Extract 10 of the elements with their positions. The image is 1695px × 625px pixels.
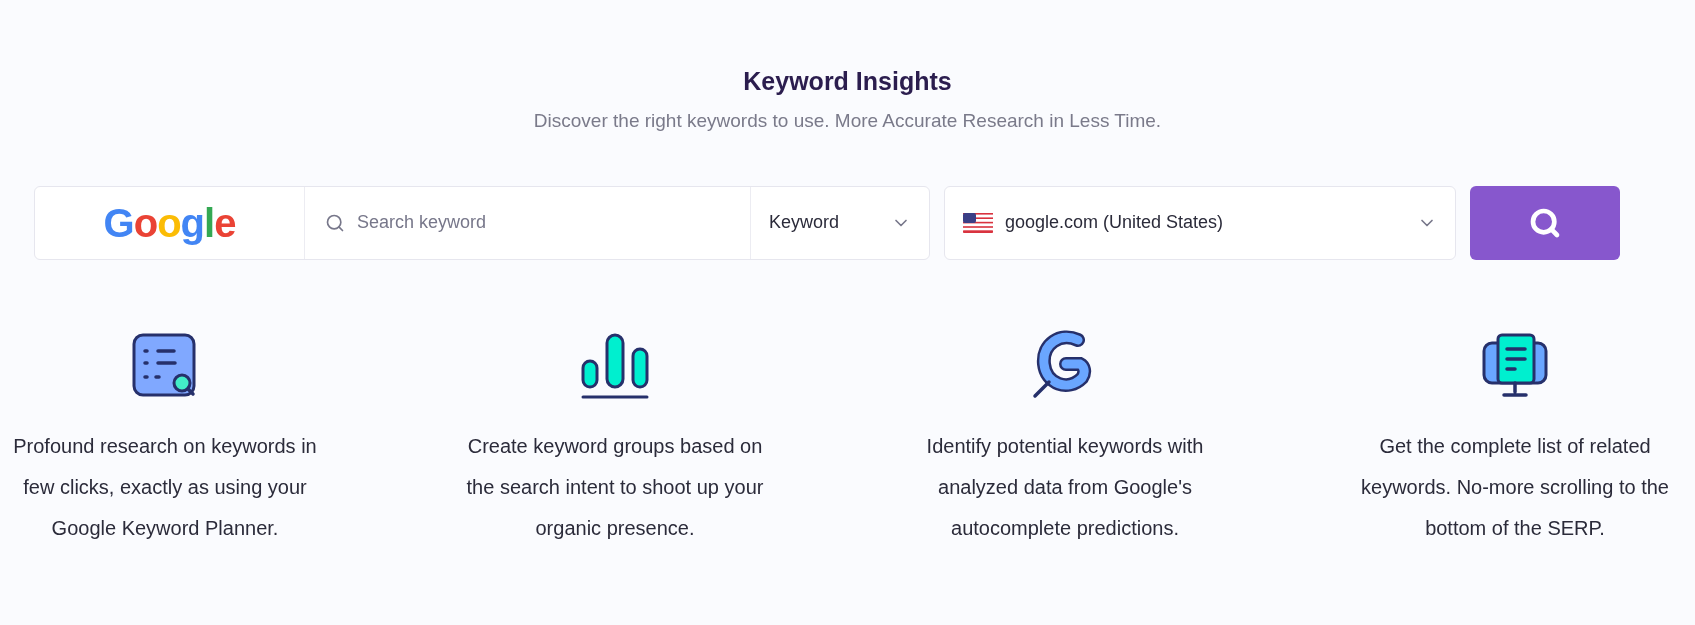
page-subtitle: Discover the right keywords to use. More Accurate Research in Less Time.	[533, 109, 1162, 134]
feature-description: Get the complete list of related keywords. No-more scrolling to the bottom of the SERP.	[1360, 433, 1670, 541]
feature-description: Profound research on keywords in few clicks, exactly as using your Google Keyword Planner.	[12, 433, 318, 541]
search-icon	[1529, 206, 1561, 239]
location-dropdown[interactable]: google.com (United States)	[944, 185, 1456, 260]
feature-description: Identify potential keywords with analyzed data from Google's autocomplete predictions.	[925, 433, 1205, 541]
flag-icon	[963, 212, 993, 233]
page-title: Keyword Insights	[743, 66, 952, 97]
search-button[interactable]	[1470, 185, 1620, 260]
feature-description: Create keyword groups based on the search intent to shoot up your organic presence.	[465, 433, 765, 541]
